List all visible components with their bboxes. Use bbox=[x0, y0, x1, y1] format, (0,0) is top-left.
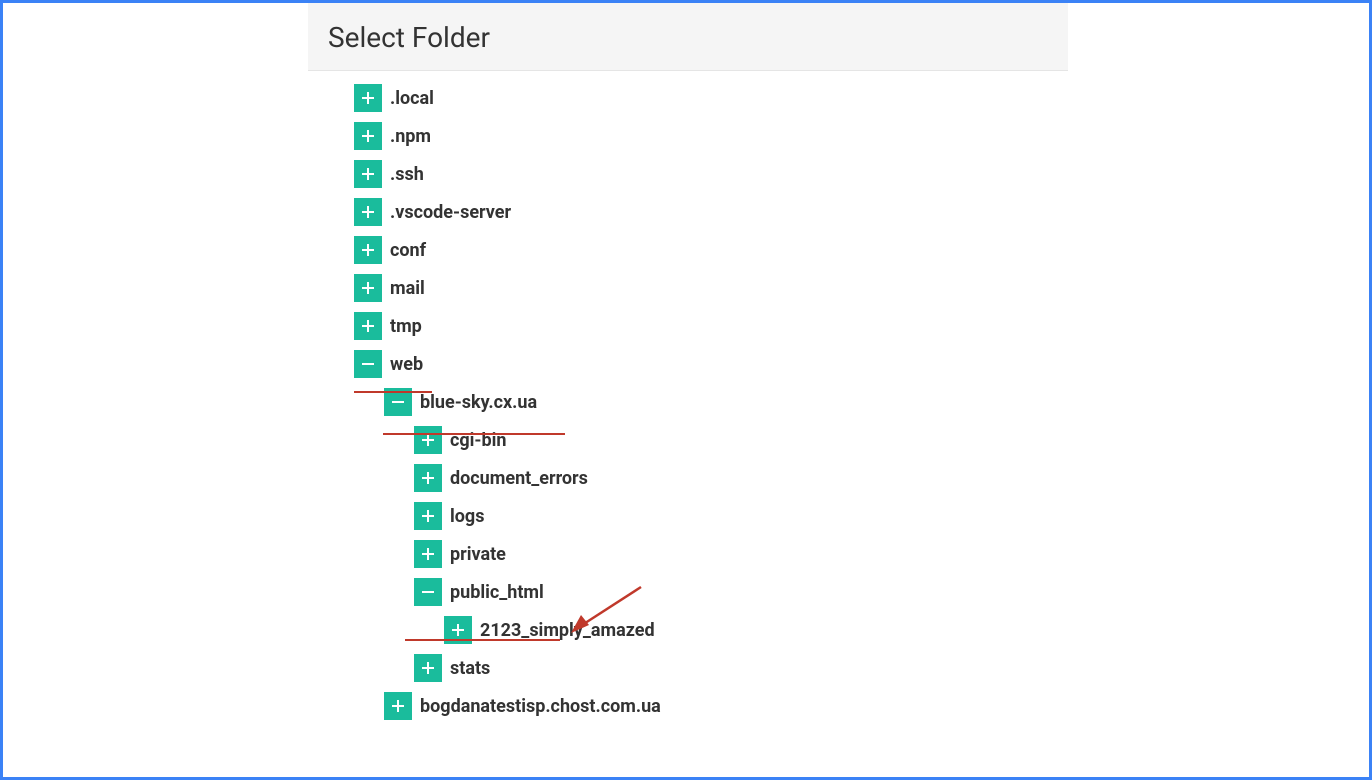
expand-icon[interactable] bbox=[354, 236, 382, 264]
tree-item-ssh[interactable]: .ssh bbox=[308, 155, 1068, 193]
expand-icon[interactable] bbox=[444, 616, 472, 644]
tree-item-public-html[interactable]: public_html bbox=[308, 573, 1068, 611]
folder-label[interactable]: blue-sky.cx.ua bbox=[420, 392, 537, 413]
tree-item-cgi-bin[interactable]: cgi-bin bbox=[308, 421, 1068, 459]
tree-item-blue-sky[interactable]: blue-sky.cx.ua bbox=[308, 383, 1068, 421]
expand-icon[interactable] bbox=[414, 502, 442, 530]
expand-icon[interactable] bbox=[414, 540, 442, 568]
expand-icon[interactable] bbox=[354, 312, 382, 340]
expand-icon[interactable] bbox=[414, 426, 442, 454]
folder-label[interactable]: public_html bbox=[450, 582, 544, 603]
select-folder-dialog: Select Folder .local .npm .ssh .vscode-s… bbox=[308, 3, 1068, 725]
tree-item-conf[interactable]: conf bbox=[308, 231, 1068, 269]
tree-item-mail[interactable]: mail bbox=[308, 269, 1068, 307]
expand-icon[interactable] bbox=[354, 198, 382, 226]
tree-item-logs[interactable]: logs bbox=[308, 497, 1068, 535]
dialog-header: Select Folder bbox=[308, 3, 1068, 71]
tree-item-document-errors[interactable]: document_errors bbox=[308, 459, 1068, 497]
tree-item-private[interactable]: private bbox=[308, 535, 1068, 573]
folder-label[interactable]: conf bbox=[390, 240, 426, 261]
dialog-title: Select Folder bbox=[328, 21, 1048, 54]
folder-label[interactable]: mail bbox=[390, 278, 425, 299]
folder-label[interactable]: 2123_simply_amazed bbox=[480, 620, 655, 641]
folder-label[interactable]: private bbox=[450, 544, 506, 565]
tree-item-tmp[interactable]: tmp bbox=[308, 307, 1068, 345]
expand-icon[interactable] bbox=[414, 464, 442, 492]
tree-item-local[interactable]: .local bbox=[308, 79, 1068, 117]
collapse-icon[interactable] bbox=[354, 350, 382, 378]
folder-label[interactable]: tmp bbox=[390, 316, 422, 337]
folder-label[interactable]: .local bbox=[390, 88, 434, 109]
folder-label[interactable]: .npm bbox=[390, 126, 431, 147]
collapse-icon[interactable] bbox=[384, 388, 412, 416]
expand-icon[interactable] bbox=[384, 692, 412, 720]
folder-label[interactable]: bogdanatestisp.chost.com.ua bbox=[420, 696, 661, 717]
folder-label[interactable]: .vscode-server bbox=[390, 202, 511, 223]
folder-label[interactable]: document_errors bbox=[450, 468, 588, 489]
tree-item-stats[interactable]: stats bbox=[308, 649, 1068, 687]
tree-item-vscode-server[interactable]: .vscode-server bbox=[308, 193, 1068, 231]
folder-tree: .local .npm .ssh .vscode-server conf mai… bbox=[308, 71, 1068, 725]
folder-label[interactable]: stats bbox=[450, 658, 490, 679]
folder-label[interactable]: logs bbox=[450, 506, 484, 527]
tree-item-bogdanatestisp[interactable]: bogdanatestisp.chost.com.ua bbox=[308, 687, 1068, 725]
expand-icon[interactable] bbox=[354, 122, 382, 150]
folder-label[interactable]: .ssh bbox=[390, 164, 424, 185]
expand-icon[interactable] bbox=[354, 84, 382, 112]
collapse-icon[interactable] bbox=[414, 578, 442, 606]
expand-icon[interactable] bbox=[414, 654, 442, 682]
tree-item-web[interactable]: web bbox=[308, 345, 1068, 383]
tree-item-npm[interactable]: .npm bbox=[308, 117, 1068, 155]
folder-label[interactable]: web bbox=[390, 354, 423, 375]
folder-label[interactable]: cgi-bin bbox=[450, 430, 507, 451]
expand-icon[interactable] bbox=[354, 160, 382, 188]
tree-item-simply-amazed[interactable]: 2123_simply_amazed bbox=[308, 611, 1068, 649]
expand-icon[interactable] bbox=[354, 274, 382, 302]
